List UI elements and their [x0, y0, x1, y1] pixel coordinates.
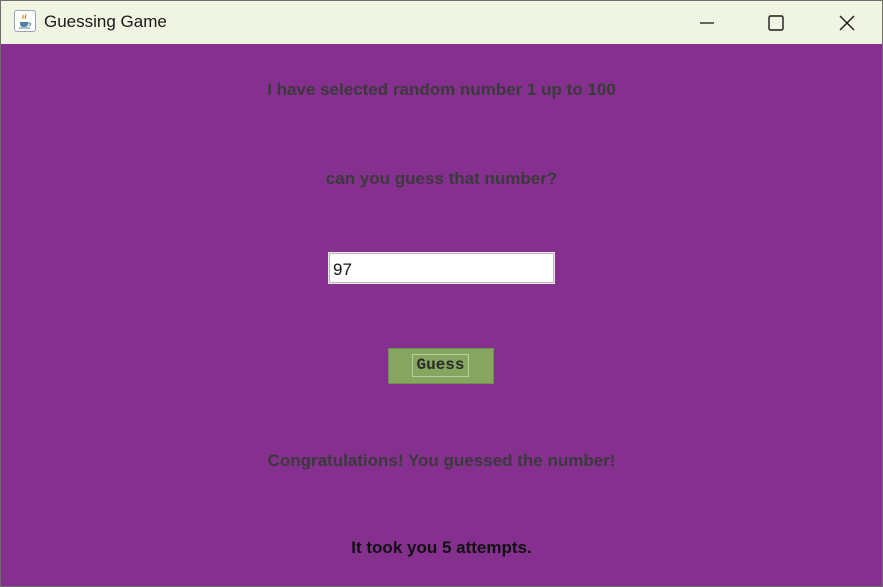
guess-input[interactable]	[328, 252, 555, 284]
game-panel: I have selected random number 1 up to 10…	[1, 44, 882, 586]
maximize-button[interactable]	[741, 1, 811, 44]
guess-button-label: Guess	[412, 354, 469, 377]
maximize-icon	[768, 15, 784, 31]
close-button[interactable]	[812, 1, 882, 44]
minimize-icon	[700, 22, 714, 24]
java-cup-icon[interactable]	[14, 10, 36, 32]
guess-button[interactable]: Guess	[388, 348, 494, 384]
close-icon	[839, 15, 855, 31]
window-title: Guessing Game	[44, 12, 167, 31]
attempts-message: It took you 5 attempts.	[351, 538, 532, 557]
result-message: Congratulations! You guessed the number!	[267, 451, 616, 470]
title-bar[interactable]: Guessing Game	[1, 1, 882, 44]
prompt-label-question: can you guess that number?	[325, 169, 558, 188]
prompt-label-range: I have selected random number 1 up to 10…	[267, 80, 616, 99]
minimize-button[interactable]	[672, 1, 742, 44]
app-window: Guessing Game I have selected random num…	[0, 0, 883, 587]
